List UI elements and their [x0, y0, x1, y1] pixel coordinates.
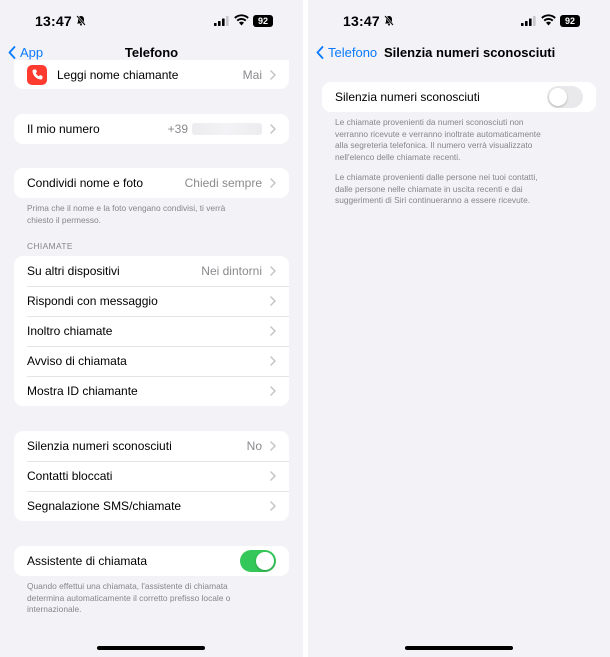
chevron-right-icon	[270, 441, 276, 451]
row-share-name-photo[interactable]: Condividi nome e foto Chiedi sempre	[14, 168, 289, 198]
wifi-icon	[541, 14, 556, 26]
phone-announce-icon	[27, 64, 47, 85]
back-button-telefono[interactable]: Telefono	[316, 45, 377, 60]
toggle-knob	[256, 552, 274, 570]
row-label: Su altri dispositivi	[27, 264, 120, 278]
row-my-number[interactable]: Il mio numero +39	[14, 114, 289, 144]
row-blocked-contacts[interactable]: Contatti bloccati	[14, 461, 289, 491]
phone-settings-screen: 13:47 92 App Telefono Leggi nome chiaman…	[0, 0, 303, 657]
cellular-signal-icon	[521, 16, 536, 26]
row-sms-call-reporting[interactable]: Segnalazione SMS/chiamate	[14, 491, 289, 521]
row-label: Mostra ID chiamante	[27, 384, 138, 398]
silence-toggle-group: Silenzia numeri sconosciuti	[322, 82, 596, 112]
row-value: No	[246, 439, 262, 453]
row-value: Chiedi sempre	[184, 176, 262, 190]
toggle-knob	[549, 88, 567, 106]
calls-group: Su altri dispositivi Nei dintorni Rispon…	[14, 256, 289, 406]
chevron-right-icon	[270, 386, 276, 396]
row-label: Leggi nome chiamante	[57, 67, 179, 82]
row-label: Silenzia numeri sconosciuti	[335, 90, 480, 104]
row-other-devices[interactable]: Su altri dispositivi Nei dintorni	[14, 256, 289, 286]
caller-name-group: Leggi nome chiamante Mai	[14, 60, 289, 89]
chevron-right-icon	[270, 326, 276, 336]
row-read-caller-name[interactable]: Leggi nome chiamante Mai	[14, 60, 289, 89]
chevron-left-icon	[316, 46, 324, 59]
page-title: Telefono	[124, 45, 179, 60]
row-silence-unknown-callers[interactable]: Silenzia numeri sconosciuti No	[14, 431, 289, 461]
chevron-right-icon	[270, 266, 276, 276]
chevron-right-icon	[270, 471, 276, 481]
chevron-right-icon	[270, 69, 276, 80]
status-time: 13:47	[35, 13, 72, 29]
silent-bell-icon	[76, 15, 86, 26]
row-reply-with-message[interactable]: Rispondi con messaggio	[14, 286, 289, 316]
back-label: Telefono	[328, 45, 378, 60]
battery-indicator: 92	[253, 15, 273, 27]
my-number-group: Il mio numero +39	[14, 114, 289, 144]
row-label: Inoltro chiamate	[27, 324, 113, 338]
silence-unknown-screen: 13:47 92 Telefono Silenzia numeri sconos…	[308, 0, 610, 657]
dial-assist-group: Assistente di chiamata	[14, 546, 289, 576]
row-label: Contatti bloccati	[27, 469, 113, 483]
chevron-right-icon	[270, 124, 276, 134]
silence-description: Le chiamate provenienti da numeri sconos…	[335, 117, 541, 162]
row-label: Avviso di chiamata	[27, 354, 127, 368]
row-label: Silenzia numeri sconosciuti	[27, 439, 172, 453]
row-label: Segnalazione SMS/chiamate	[27, 499, 182, 513]
blocking-group: Silenzia numeri sconosciuti No Contatti …	[14, 431, 289, 521]
row-dial-assist: Assistente di chiamata	[14, 546, 289, 576]
row-label: Il mio numero	[27, 122, 100, 136]
chevron-right-icon	[270, 296, 276, 306]
row-show-caller-id[interactable]: Mostra ID chiamante	[14, 376, 289, 406]
share-name-group: Condividi nome e foto Chiedi sempre	[14, 168, 289, 198]
silence-unknown-toggle[interactable]	[547, 86, 583, 108]
row-value: +39	[167, 122, 188, 136]
battery-indicator: 92	[560, 15, 580, 27]
dial-assist-footer-note: Quando effettui una chiamata, l'assisten…	[27, 581, 231, 614]
dial-assist-toggle[interactable]	[240, 550, 276, 572]
row-call-forwarding[interactable]: Inoltro chiamate	[14, 316, 289, 346]
silence-exceptions-note: Le chiamate provenienti dalle persone ne…	[335, 172, 538, 205]
status-time: 13:47	[343, 13, 380, 29]
chevron-right-icon	[270, 178, 276, 188]
redacted-number	[192, 123, 262, 135]
home-indicator[interactable]	[405, 646, 513, 650]
row-value: Mai	[242, 67, 262, 82]
row-label: Rispondi con messaggio	[27, 294, 158, 308]
home-indicator[interactable]	[97, 646, 205, 650]
row-silence-unknown-callers: Silenzia numeri sconosciuti	[322, 82, 596, 112]
cellular-signal-icon	[214, 16, 229, 26]
section-header-calls: CHIAMATE	[27, 241, 73, 251]
status-bar: 13:47 92	[308, 0, 610, 40]
row-label: Assistente di chiamata	[27, 554, 148, 568]
row-value: Nei dintorni	[201, 264, 262, 278]
silent-bell-icon	[384, 15, 394, 26]
wifi-icon	[234, 14, 249, 26]
chevron-right-icon	[270, 356, 276, 366]
status-bar: 13:47 92	[0, 0, 303, 40]
share-footer-note: Prima che il nome e la foto vengano cond…	[27, 203, 226, 225]
row-call-waiting[interactable]: Avviso di chiamata	[14, 346, 289, 376]
chevron-right-icon	[270, 501, 276, 511]
nav-bar: Telefono Silenzia numeri sconosciuti	[308, 40, 610, 68]
row-label: Condividi nome e foto	[27, 176, 144, 190]
page-title: Silenzia numeri sconosciuti	[384, 45, 556, 60]
